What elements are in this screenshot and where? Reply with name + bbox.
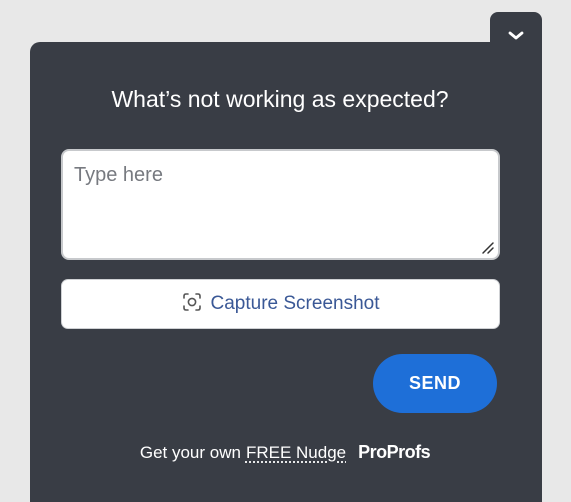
capture-screenshot-button[interactable]: Capture Screenshot [61, 279, 500, 329]
camera-focus-icon [182, 292, 202, 317]
widget-title: What’s not working as expected? [111, 86, 449, 112]
feedback-input[interactable] [63, 151, 498, 258]
chevron-down-icon [508, 27, 524, 41]
free-nudge-link[interactable]: FREE Nudge [246, 443, 346, 463]
feedback-panel: What’s not working as expected? Capture … [30, 42, 542, 502]
capture-screenshot-label: Capture Screenshot [210, 293, 380, 314]
footer: Get your own FREE Nudge ProProfs [30, 442, 540, 463]
feedback-input-container [61, 149, 500, 260]
footer-prefix: Get your own [139, 442, 241, 462]
resize-handle-icon[interactable] [481, 241, 495, 255]
send-button[interactable]: SEND [373, 354, 497, 413]
proprofs-logo[interactable]: ProProfs [358, 442, 431, 463]
